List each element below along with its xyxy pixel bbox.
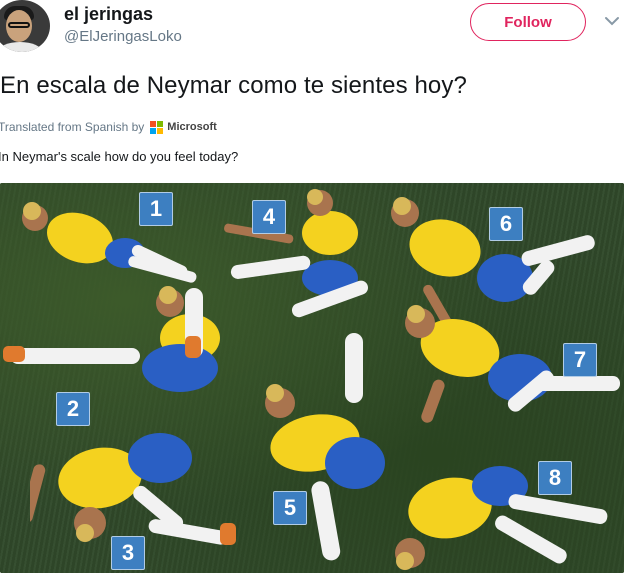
rank-badge-1: 1 (139, 192, 173, 226)
avatar[interactable] (0, 0, 50, 52)
rank-badge-4: 4 (252, 200, 286, 234)
rank-badge-5: 5 (273, 491, 307, 525)
player-illustration-8 (395, 466, 608, 570)
tweet-header: el jeringas @ElJeringasLoko Follow (0, 0, 624, 58)
rank-badge-6: 6 (489, 207, 523, 241)
microsoft-logo-icon (150, 120, 164, 134)
translated-from-label: Translated from Spanish by (0, 120, 145, 134)
rank-badge-8: 8 (538, 461, 572, 495)
player-illustration-2 (3, 286, 220, 392)
rank-badge-3: 3 (111, 536, 145, 570)
rank-badge-7: 7 (563, 343, 597, 377)
player-illustration-5 (265, 333, 385, 561)
divider (0, 573, 624, 577)
follow-button[interactable]: Follow (470, 3, 586, 41)
translator-name[interactable]: Microsoft (167, 121, 217, 133)
chevron-down-icon[interactable] (603, 12, 621, 30)
tweet-photo[interactable]: 1 4 6 2 7 3 5 8 (0, 183, 624, 573)
translation-attribution: Translated from Spanish by Microsoft (0, 120, 217, 134)
user-handle[interactable]: @ElJeringasLoko (64, 28, 182, 45)
rank-badge-2: 2 (56, 392, 90, 426)
display-name[interactable]: el jeringas (64, 4, 153, 25)
translated-text: In Neymar's scale how do you feel today? (0, 149, 239, 164)
tweet-text: En escala de Neymar como te sientes hoy? (0, 72, 467, 99)
